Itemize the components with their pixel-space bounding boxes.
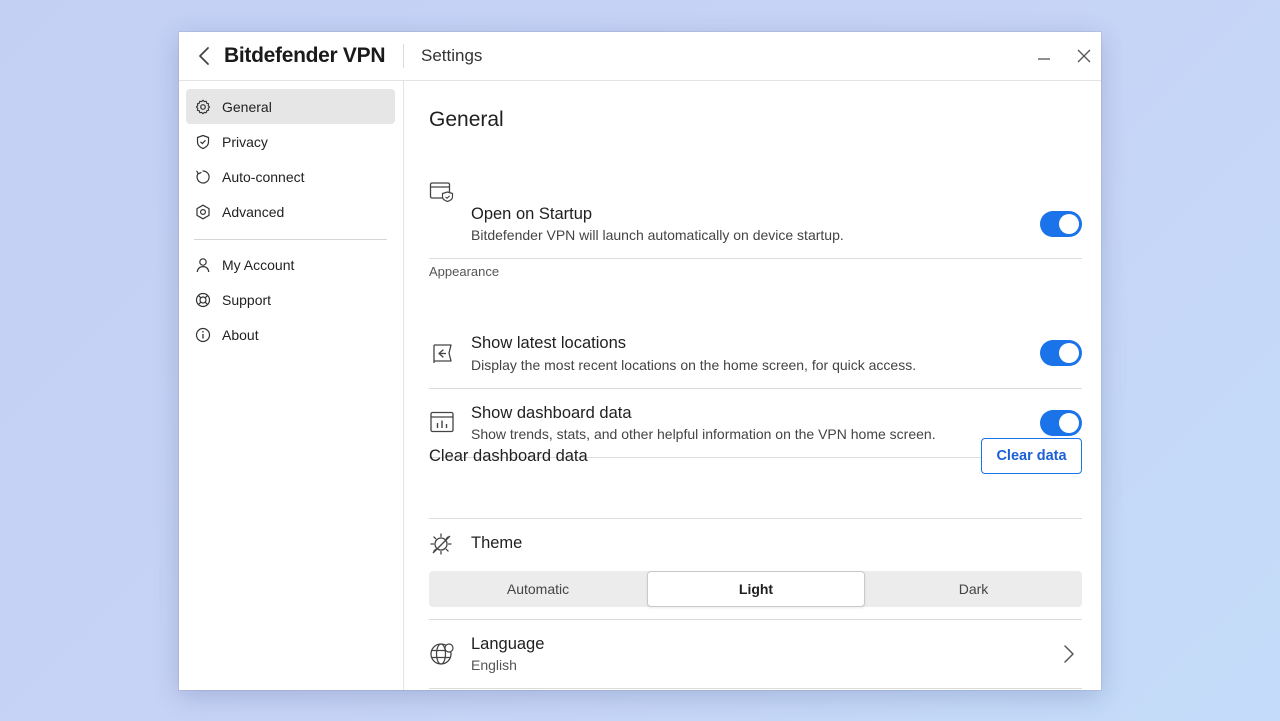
close-icon bbox=[1077, 49, 1091, 63]
settings-content: General Open on Startup Bitdefender VPN … bbox=[405, 81, 1101, 690]
sidebar-item-label: Auto-connect bbox=[222, 168, 305, 185]
lifebuoy-icon bbox=[194, 291, 212, 309]
startup-window-shield-icon bbox=[429, 179, 455, 205]
chevron-left-icon bbox=[199, 47, 209, 65]
clear-dashboard-label: Clear dashboard data bbox=[429, 447, 588, 465]
sidebar-item-advanced[interactable]: Advanced bbox=[186, 194, 395, 229]
clear-data-button[interactable]: Clear data bbox=[981, 438, 1082, 474]
divider bbox=[429, 258, 1082, 259]
startup-title: Open on Startup bbox=[471, 205, 593, 223]
theme-option-light[interactable]: Light bbox=[647, 571, 865, 607]
window-title: Settings bbox=[421, 46, 483, 65]
dashboard-data-toggle[interactable] bbox=[1040, 410, 1082, 436]
theme-option-dark[interactable]: Dark bbox=[865, 571, 1082, 607]
latest-locations-toggle[interactable] bbox=[1040, 340, 1082, 366]
theme-label: Theme bbox=[471, 534, 523, 552]
language-chevron-right-icon[interactable] bbox=[1060, 642, 1078, 666]
back-button[interactable] bbox=[193, 44, 215, 68]
appearance-section-label: Appearance bbox=[429, 264, 500, 279]
minimize-icon bbox=[1038, 58, 1050, 60]
sidebar-item-my-account[interactable]: My Account bbox=[186, 247, 395, 282]
brand-logo: Bitdefender VPN bbox=[224, 44, 386, 67]
toggle-knob bbox=[1059, 343, 1079, 363]
latest-locations-title: Show latest locations bbox=[471, 334, 627, 352]
divider bbox=[429, 388, 1082, 389]
sidebar-item-about[interactable]: About bbox=[186, 317, 395, 352]
sidebar-item-label: My Account bbox=[222, 256, 295, 273]
user-icon bbox=[194, 256, 212, 274]
refresh-icon bbox=[194, 168, 212, 186]
divider bbox=[429, 619, 1082, 620]
title-separator bbox=[403, 44, 404, 68]
hexagon-gear-icon bbox=[194, 203, 212, 221]
toggle-knob bbox=[1059, 214, 1079, 234]
page-title: General bbox=[429, 108, 504, 131]
recent-locations-icon bbox=[429, 340, 455, 366]
sidebar: General Privacy Auto-connect Advanced My… bbox=[179, 81, 404, 690]
sidebar-item-general[interactable]: General bbox=[186, 89, 395, 124]
dashboard-data-title: Show dashboard data bbox=[471, 404, 632, 422]
sidebar-item-label: General bbox=[222, 98, 272, 115]
sidebar-item-label: Privacy bbox=[222, 133, 268, 150]
info-icon bbox=[194, 326, 212, 344]
sidebar-item-label: About bbox=[222, 326, 259, 343]
dashboard-chart-icon bbox=[429, 409, 455, 435]
divider bbox=[429, 518, 1082, 519]
theme-segmented-control: Automatic Light Dark bbox=[429, 571, 1082, 607]
language-label: Language bbox=[471, 635, 545, 653]
gear-icon bbox=[194, 98, 212, 116]
title-bar: Bitdefender VPN Settings bbox=[179, 32, 1101, 81]
startup-description: Bitdefender VPN will launch automaticall… bbox=[471, 227, 844, 243]
sidebar-item-label: Support bbox=[222, 291, 272, 308]
startup-toggle[interactable] bbox=[1040, 211, 1082, 237]
minimize-button[interactable] bbox=[1034, 46, 1054, 66]
language-value: English bbox=[471, 657, 517, 673]
toggle-knob bbox=[1059, 413, 1079, 433]
settings-window: Bitdefender VPN Settings General Privacy bbox=[179, 32, 1101, 690]
theme-icon bbox=[429, 531, 455, 557]
divider bbox=[429, 688, 1082, 689]
dashboard-data-description: Show trends, stats, and other helpful in… bbox=[471, 426, 936, 442]
theme-option-automatic[interactable]: Automatic bbox=[429, 571, 647, 607]
close-button[interactable] bbox=[1074, 46, 1094, 66]
sidebar-item-auto-connect[interactable]: Auto-connect bbox=[186, 159, 395, 194]
latest-locations-description: Display the most recent locations on the… bbox=[471, 357, 917, 373]
sidebar-divider bbox=[194, 239, 387, 240]
sidebar-item-privacy[interactable]: Privacy bbox=[186, 124, 395, 159]
language-globe-icon bbox=[429, 641, 455, 667]
sidebar-item-support[interactable]: Support bbox=[186, 282, 395, 317]
sidebar-item-label: Advanced bbox=[222, 203, 285, 220]
shield-icon bbox=[194, 133, 212, 151]
